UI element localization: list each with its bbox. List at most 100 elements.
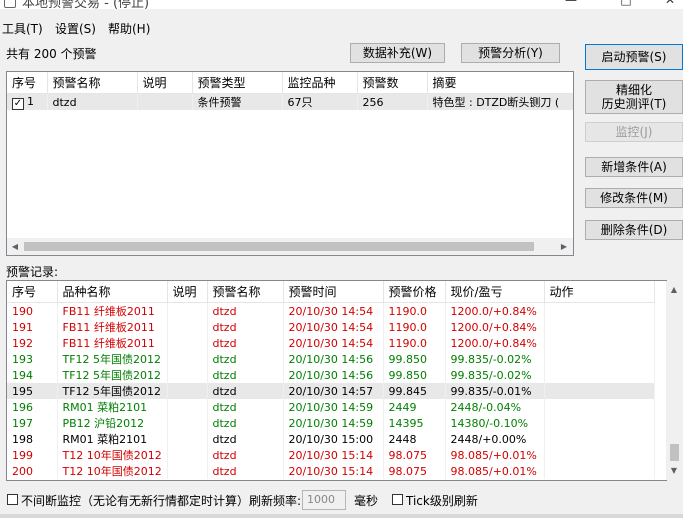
table-cell: FB11 纤维板2011 (57, 319, 168, 335)
table-cell: 194 (7, 367, 58, 383)
col-header[interactable]: 品种名称 (57, 281, 168, 303)
col-header[interactable]: 现价/盈亏 (445, 281, 545, 303)
ms-label: 毫秒 (354, 494, 379, 508)
col-header[interactable]: 预警数 (357, 72, 428, 94)
refresh-rate-input[interactable]: 1000 (302, 490, 346, 510)
scroll-left-icon[interactable]: ◀ (8, 240, 22, 254)
modify-condition-button[interactable]: 修改条件(M) (585, 188, 683, 208)
col-header[interactable]: 预警名称 (207, 281, 284, 303)
col-header[interactable]: 预警类型 (192, 72, 283, 94)
add-condition-button[interactable]: 新增条件(A) (585, 157, 683, 177)
nonstop-monitor-label: 不间断监控（无论有无新行情都定时计算）刷新频率: (21, 494, 302, 508)
refine-backtest-button[interactable]: 精细化 历史测评(T) (585, 80, 683, 114)
table-row[interactable]: 199 T12 10年国债2012 dtzd 20/10/30 15:14 98.075… (7, 447, 655, 463)
table-cell: 20/10/30 14:56 (283, 351, 384, 367)
minimize-icon[interactable]: — (565, 0, 577, 6)
row-checkbox[interactable]: ✓ (12, 97, 24, 110)
col-header[interactable]: 说明 (167, 281, 208, 303)
window-title: 本地预警交易 - (停止) (22, 0, 150, 9)
start-alert-button[interactable]: 启动预警(S) (585, 44, 683, 70)
table-row[interactable]: 196 RM01 菜粕2101 dtzd 20/10/30 14:59 2449 2448… (7, 399, 655, 415)
table-cell (544, 431, 655, 447)
col-header[interactable]: 预警名称 (47, 72, 138, 94)
menu-help[interactable]: 帮助(H) (108, 20, 150, 37)
table-cell: 20/10/30 14:57 (283, 383, 384, 399)
table-cell: PB12 沪铅2012 (57, 415, 168, 431)
tick-refresh-label: Tick级别刷新 (406, 494, 478, 508)
scroll-down-icon[interactable]: ▼ (667, 464, 681, 478)
table-cell: 98.075 (383, 447, 446, 463)
table-row[interactable]: ✓ 1 dtzd 条件预警 67只 256 特色型 : DTZD断头铡刀 ( (7, 93, 573, 110)
table-cell: dtzd (47, 93, 138, 110)
table-cell: 98.085/+0.01% (445, 447, 545, 463)
table-cell: dtzd (207, 415, 284, 431)
alert-analysis-button[interactable]: 预警分析(Y) (461, 43, 560, 63)
tick-refresh-checkbox[interactable] (392, 494, 403, 505)
col-header[interactable]: 预警时间 (283, 281, 384, 303)
table-cell: 条件预警 (192, 93, 283, 110)
alert-count-text: 共有 200 个预警 (6, 47, 97, 61)
title-bar: 本地预警交易 - (停止) — □ ✕ (0, 0, 683, 9)
table-cell: dtzd (207, 399, 284, 415)
table-cell: FB11 纤维板2011 (57, 335, 168, 351)
table-row[interactable]: 192 FB11 纤维板2011 dtzd 20/10/30 14:54 1190.0 1… (7, 335, 655, 351)
table-cell: TF12 5年国债2012 (57, 351, 168, 367)
close-icon[interactable]: ✕ (664, 0, 676, 6)
table-cell: RM01 菜粕2101 (57, 431, 168, 447)
table-cell: 99.835/-0.02% (445, 351, 545, 367)
table-cell: T12 10年国债2012 (57, 447, 168, 463)
table-cell: dtzd (207, 463, 284, 479)
col-header[interactable]: 摘要 (427, 72, 573, 94)
table-cell: 特色型 : DTZD断头铡刀 ( (427, 93, 573, 110)
table-row[interactable]: 190 FB11 纤维板2011 dtzd 20/10/30 14:54 1190.0 1… (7, 302, 655, 319)
col-header[interactable]: 序号 (7, 281, 58, 303)
table-cell (167, 351, 208, 367)
table-cell (544, 351, 655, 367)
table-row[interactable]: 197 PB12 沪铅2012 dtzd 20/10/30 14:59 14395 143… (7, 415, 655, 431)
scroll-right-icon[interactable]: ▶ (557, 240, 571, 254)
table-row[interactable]: 193 TF12 5年国债2012 dtzd 20/10/30 14:56 99.850… (7, 351, 655, 367)
table-cell: 20/10/30 14:54 (283, 319, 384, 335)
table-cell: 1200.0/+0.84% (445, 302, 545, 319)
scroll-thumb[interactable] (24, 242, 534, 251)
maximize-icon[interactable]: □ (620, 0, 632, 6)
table-cell: dtzd (207, 431, 284, 447)
menu-settings[interactable]: 设置(S) (55, 20, 96, 37)
table-cell (167, 431, 208, 447)
delete-condition-button[interactable]: 删除条件(D) (585, 220, 683, 240)
col-header[interactable]: 说明 (137, 72, 193, 94)
table-cell (167, 335, 208, 351)
table-cell (167, 319, 208, 335)
table-cell: 20/10/30 15:00 (283, 431, 384, 447)
alerts-hscrollbar[interactable]: ◀ ▶ (7, 238, 573, 255)
table-cell: dtzd (207, 302, 284, 319)
menu-tools[interactable]: 工具(T) (2, 20, 43, 37)
records-vscrollbar-track[interactable]: ▲ ▼ (666, 281, 683, 480)
table-row[interactable]: 195 TF12 5年国债2012 dtzd 20/10/30 14:57 99.845… (7, 383, 655, 399)
table-row[interactable]: 194 TF12 5年国债2012 dtzd 20/10/30 14:56 99.850… (7, 367, 655, 383)
col-header[interactable]: 序号 (7, 72, 48, 94)
nonstop-monitor-checkbox[interactable] (7, 494, 18, 505)
table-cell: 99.850 (383, 367, 446, 383)
table-cell (544, 463, 655, 479)
records-table-panel: 序号 品种名称 说明 预警名称 预警时间 预警价格 现价/盈亏 动作 190 FB… (6, 280, 667, 481)
table-cell: 1190.0 (383, 319, 446, 335)
col-header[interactable]: 预警价格 (383, 281, 446, 303)
scroll-thumb[interactable] (670, 444, 679, 461)
data-fill-button[interactable]: 数据补充(W) (350, 43, 445, 63)
table-row[interactable]: 198 RM01 菜粕2101 dtzd 20/10/30 15:00 2448 2448… (7, 431, 655, 447)
scroll-up-icon[interactable]: ▲ (667, 283, 681, 297)
table-cell: 20/10/30 15:14 (283, 447, 384, 463)
table-cell: 256 (357, 93, 428, 110)
table-cell: T12 10年国债2012 (57, 463, 168, 479)
table-row[interactable]: 191 FB11 纤维板2011 dtzd 20/10/30 14:54 1190.0 1… (7, 319, 655, 335)
table-cell: 196 (7, 399, 58, 415)
col-header[interactable]: 动作 (544, 281, 655, 303)
table-cell (167, 367, 208, 383)
col-header[interactable]: 监控品种 (282, 72, 358, 94)
table-cell: RM01 菜粕2101 (57, 399, 168, 415)
table-cell: 2449 (383, 399, 446, 415)
table-cell: 20/10/30 14:59 (283, 399, 384, 415)
table-row[interactable]: 200 T12 10年国债2012 dtzd 20/10/30 15:14 98.075… (7, 463, 655, 479)
monitor-button[interactable]: 监控(J) (585, 122, 683, 142)
